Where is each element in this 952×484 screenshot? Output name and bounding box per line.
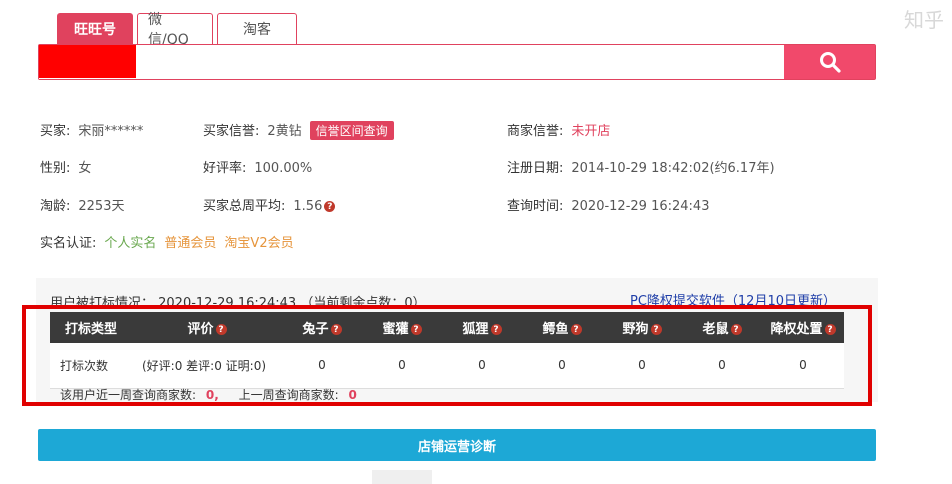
realname-badge-member: 普通会员 bbox=[164, 236, 217, 251]
gender-label: 性别: bbox=[40, 161, 71, 176]
positive-rate-label: 好评率: bbox=[203, 161, 247, 176]
account-age-value: 2253天 bbox=[78, 199, 125, 214]
realname-badge-personal: 个人实名 bbox=[104, 236, 157, 251]
search-bar bbox=[38, 44, 876, 80]
buyer-name-label: 买家: bbox=[40, 124, 71, 139]
credit-query-button[interactable]: 信誉区间查询 bbox=[309, 121, 394, 140]
merchant-credit-label: 商家信誉: bbox=[507, 124, 564, 139]
realname-label: 实名认证: bbox=[40, 236, 97, 251]
buyer-name-value: 宋丽****** bbox=[78, 124, 144, 139]
buyer-credit-label: 买家信誉: bbox=[203, 124, 260, 139]
weekly-avg-row: 买家总周平均: 1.56? bbox=[203, 195, 336, 214]
gender-row: 性别: 女 bbox=[40, 157, 91, 176]
watermark: 知乎 bbox=[904, 8, 944, 32]
weekly-avg-label: 买家总周平均: bbox=[203, 199, 286, 214]
register-date-value: 2014-10-29 18:42:02(约6.17年) bbox=[571, 161, 775, 176]
register-date-row: 注册日期: 2014-10-29 18:42:02(约6.17年) bbox=[507, 157, 775, 176]
tab-wechat-qq[interactable]: 微信/QQ bbox=[137, 12, 213, 48]
positive-rate-row: 好评率: 100.00% bbox=[203, 157, 312, 176]
positive-rate-value: 100.00% bbox=[254, 161, 313, 176]
merchant-credit-row: 商家信誉: 未开店 bbox=[507, 120, 610, 139]
search-icon bbox=[819, 52, 841, 73]
query-time-label: 查询时间: bbox=[507, 199, 564, 214]
search-input[interactable] bbox=[39, 45, 784, 79]
tab-bar: 旺旺号 微信/QQ 淘客 bbox=[57, 12, 297, 48]
query-time-value: 2020-12-29 16:24:43 bbox=[571, 199, 710, 214]
tab-taoke[interactable]: 淘客 bbox=[217, 13, 297, 44]
redacted-query bbox=[39, 45, 136, 78]
bottom-element bbox=[372, 470, 432, 484]
merchant-credit-value: 未开店 bbox=[571, 124, 611, 139]
tab-wangwang[interactable]: 旺旺号 bbox=[57, 13, 133, 44]
realname-badge-v2: 淘宝V2会员 bbox=[224, 236, 294, 251]
gender-value: 女 bbox=[78, 161, 92, 176]
buyer-name-row: 买家: 宋丽****** bbox=[40, 120, 143, 139]
account-age-label: 淘龄: bbox=[40, 199, 71, 214]
buyer-credit-value: 2黄钻 bbox=[267, 124, 302, 139]
realname-row: 实名认证: 个人实名 普通会员 淘宝V2会员 bbox=[40, 232, 294, 251]
account-age-row: 淘龄: 2253天 bbox=[40, 195, 124, 214]
shop-diagnosis-button[interactable]: 店铺运营诊断 bbox=[38, 429, 876, 461]
register-date-label: 注册日期: bbox=[507, 161, 564, 176]
query-time-row: 查询时间: 2020-12-29 16:24:43 bbox=[507, 195, 709, 214]
help-icon[interactable]: ? bbox=[324, 201, 336, 212]
buyer-credit-row: 买家信誉: 2黄钻 信誉区间查询 bbox=[203, 120, 394, 140]
weekly-avg-value: 1.56 bbox=[293, 199, 323, 214]
highlight-frame bbox=[22, 305, 872, 406]
search-button[interactable] bbox=[784, 45, 875, 79]
